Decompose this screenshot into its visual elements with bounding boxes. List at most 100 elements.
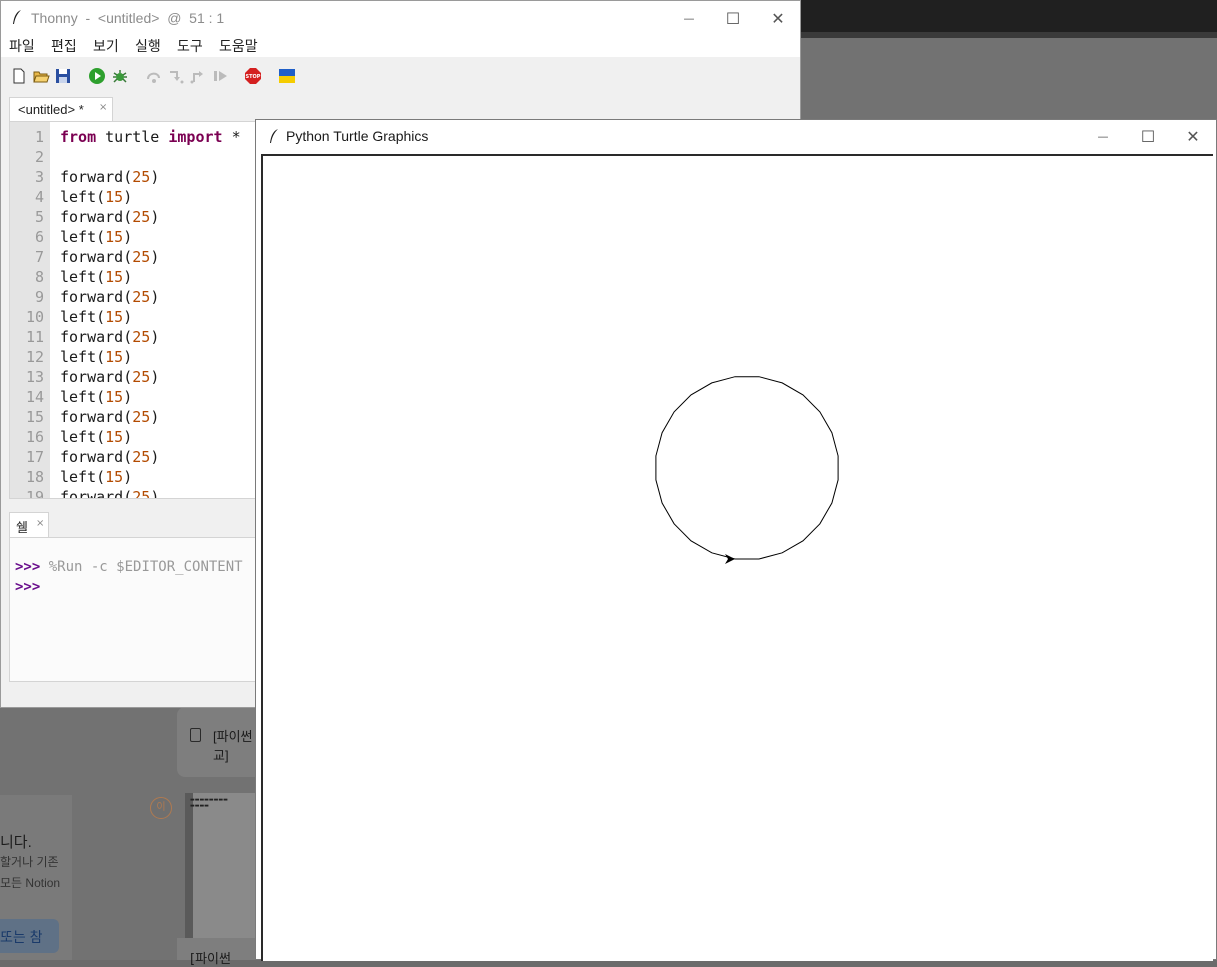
editor-tabbar: [1, 95, 800, 121]
close-icon: ✕: [771, 8, 785, 28]
code-line: from turtle import *: [60, 128, 241, 146]
background-text: 모든 Notion: [0, 876, 61, 890]
turtle-drawing: [655, 376, 839, 564]
line-number: 13: [25, 368, 44, 386]
line-number: 5: [34, 208, 44, 226]
minimize-icon: —: [1097, 129, 1109, 143]
turtle-path: [655, 376, 839, 560]
avatar: 이: [150, 797, 172, 819]
background-text: 할거나 기존: [0, 855, 59, 869]
menu-help[interactable]: 도움말: [219, 36, 258, 56]
code-line: left(15): [60, 228, 133, 246]
background-heading: 니다.: [0, 834, 32, 851]
turtle-canvas[interactable]: [261, 154, 1213, 961]
code-line: forward(25): [60, 368, 160, 386]
menu-file[interactable]: 파일: [9, 36, 35, 56]
tab-label: <untitled> *: [18, 102, 84, 117]
line-number: 3: [34, 168, 44, 186]
shell-prompt: >>>: [15, 579, 41, 595]
close-button[interactable]: ✕: [1170, 119, 1216, 153]
tab-shell[interactable]: 쉘 ×: [9, 512, 49, 537]
line-number: 2: [34, 148, 44, 166]
step-over-icon[interactable]: [145, 67, 163, 85]
code-line: left(15): [60, 428, 133, 446]
save-file-icon[interactable]: [54, 67, 72, 85]
line-number: 18: [25, 468, 44, 486]
svg-text:STOP: STOP: [246, 74, 261, 80]
background-page-title: [파이썬 교]: [213, 729, 253, 763]
shell-panel[interactable]: >>> %Run -c $EDITOR_CONTENT >>>: [9, 537, 257, 682]
close-button[interactable]: ✕: [755, 1, 801, 35]
shell-command: %Run -c $EDITOR_CONTENT: [40, 559, 243, 575]
line-number: 4: [34, 188, 44, 206]
window-title: Thonny - <untitled> @ 51 : 1: [31, 10, 225, 26]
line-number: 6: [34, 228, 44, 246]
background-thumbnail-content: ▬▬▬▬▬▬▬▬ ▬▬▬▬: [190, 797, 228, 809]
thonny-titlebar[interactable]: Thonny - <untitled> @ 51 : 1 — ☐ ✕: [1, 1, 800, 35]
minimize-icon: —: [683, 11, 695, 25]
turtle-titlebar[interactable]: Python Turtle Graphics — ☐ ✕: [256, 120, 1216, 152]
code-line: left(15): [60, 268, 133, 286]
code-editor[interactable]: 1 2 3 4 5 6 7 8 9 10 11 12 13 14 15 16 17 18 19 from turtl…: [9, 121, 257, 499]
turtle-arrow-icon: [725, 554, 735, 564]
code-line: left(15): [60, 308, 133, 326]
line-number: 17: [25, 448, 44, 466]
code-line: forward(25): [60, 408, 160, 426]
feather-icon: [13, 10, 21, 24]
line-number: 8: [34, 268, 44, 286]
line-number: 15: [25, 408, 44, 426]
menu-run[interactable]: 실행: [135, 36, 161, 56]
maximize-icon: ☐: [725, 8, 741, 28]
maximize-button[interactable]: ☐: [1125, 119, 1171, 153]
line-number-gutter: 1 2 3 4 5 6 7 8 9 10 11 12 13 14 15 16 17 18 19: [10, 122, 50, 499]
code-line: forward(25): [60, 488, 160, 499]
line-number: 19: [25, 488, 44, 499]
minimize-button[interactable]: —: [1080, 119, 1126, 153]
document-icon: [190, 728, 201, 742]
feather-icon: [270, 129, 278, 143]
code-line: forward(25): [60, 248, 160, 266]
ukraine-flag-icon[interactable]: [278, 67, 296, 85]
run-icon[interactable]: [88, 67, 106, 85]
menu-view[interactable]: 보기: [93, 36, 119, 56]
code-line: left(15): [60, 348, 133, 366]
resume-icon[interactable]: [211, 67, 229, 85]
open-file-icon[interactable]: [32, 67, 50, 85]
step-out-icon[interactable]: [189, 67, 207, 85]
code-line: forward(25): [60, 168, 160, 186]
close-icon: ✕: [1186, 126, 1200, 146]
line-number: 14: [25, 388, 44, 406]
code-line: left(15): [60, 388, 133, 406]
shell-prompt: >>>: [15, 559, 41, 575]
tab-label: 쉘: [16, 520, 28, 535]
line-number: 16: [25, 428, 44, 446]
tab-untitled[interactable]: <untitled> * ×: [9, 97, 113, 121]
background-button-label: 또는 참: [0, 929, 43, 945]
line-number: 12: [25, 348, 44, 366]
code-line: forward(25): [60, 328, 160, 346]
close-icon[interactable]: ×: [99, 102, 107, 113]
stop-icon[interactable]: STOP: [244, 67, 262, 85]
code-line: forward(25): [60, 448, 160, 466]
line-number: 11: [25, 328, 44, 346]
maximize-button[interactable]: ☐: [710, 1, 756, 35]
menu-tools[interactable]: 도구: [177, 36, 203, 56]
step-into-icon[interactable]: [167, 67, 185, 85]
menu-edit[interactable]: 편집: [51, 36, 77, 56]
shell-line: >>> %Run -c $EDITOR_CONTENT: [15, 559, 243, 575]
code-line: left(15): [60, 468, 133, 486]
debug-icon[interactable]: [111, 67, 129, 85]
maximize-icon: ☐: [1140, 126, 1156, 146]
window-title: Python Turtle Graphics: [286, 128, 429, 144]
line-number: 10: [25, 308, 44, 326]
code-line: forward(25): [60, 208, 160, 226]
turtle-graphics-window: Python Turtle Graphics — ☐ ✕: [255, 119, 1217, 961]
close-icon[interactable]: ×: [36, 518, 44, 529]
code-line: left(15): [60, 188, 133, 206]
line-number: 1: [34, 128, 44, 146]
minimize-button[interactable]: —: [666, 1, 712, 35]
line-number: 7: [34, 248, 44, 266]
new-file-icon[interactable]: [10, 67, 28, 85]
background-app-topbar: [800, 0, 1217, 32]
line-number: 9: [34, 288, 44, 306]
